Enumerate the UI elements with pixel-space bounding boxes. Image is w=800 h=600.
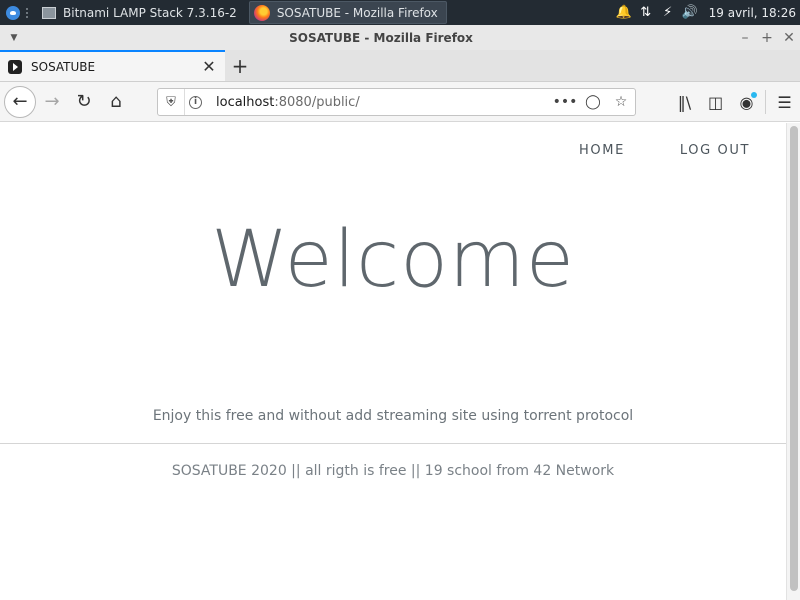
url-bar[interactable]: ⛨ i localhost:8080/public/ ••• ◯ ☆ [157,88,636,116]
network-icon[interactable]: ⇅ [635,0,657,25]
xfce-menu-button[interactable] [0,0,26,25]
tagline: Enjoy this free and without add streamin… [152,408,634,424]
page-actions-icon[interactable]: ••• [551,94,579,110]
power-icon[interactable]: ⚡ [657,0,679,25]
window-title: SOSATUBE - Mozilla Firefox [289,30,473,45]
clock[interactable]: 19 avril, 18:26 [701,6,800,20]
minimize-icon[interactable]: – [734,30,756,46]
scrollbar-thumb[interactable] [790,126,798,591]
hamburger-menu-icon[interactable]: ☰ [769,86,800,118]
close-window-icon[interactable]: ✕ [778,30,800,46]
volume-icon[interactable]: 🔊 [679,0,701,25]
tab-strip: SOSATUBE ✕ + [0,50,800,82]
footer-text: SOSATUBE 2020 || all rigth is free || 19… [171,463,615,479]
page-viewport: HOME LOG OUT Welcome Enjoy this free and… [0,123,786,600]
account-icon[interactable]: ◉ [731,86,762,118]
back-button[interactable]: ← [4,85,36,118]
taskbar-task-label: SOSATUBE - Mozilla Firefox [276,5,438,20]
nav-home-link[interactable]: HOME [579,143,625,158]
footer-divider [0,443,786,444]
pocket-icon[interactable]: ◯ [579,94,607,110]
navigation-toolbar: ← → ↻ ⌂ ⛨ i localhost:8080/public/ ••• ◯… [0,82,800,122]
taskbar-separator [26,7,32,18]
bookmark-star-icon[interactable]: ☆ [607,94,635,110]
notification-bell-icon[interactable]: 🔔 [613,0,635,25]
nav-logout-link[interactable]: LOG OUT [680,143,750,158]
new-tab-button[interactable]: + [225,50,255,81]
site-navigation: HOME LOG OUT [524,143,750,158]
sidebar-icon[interactable]: ◫ [700,86,731,118]
desktop-taskbar: Bitnami LAMP Stack 7.3.16-2 SOSATUBE - M… [0,0,800,25]
play-icon [8,59,22,74]
forward-button[interactable]: → [36,86,68,118]
reload-button[interactable]: ↻ [68,86,100,118]
toolbar-right-icons: ‖\ ◫ ◉ ☰ [669,86,800,118]
page-scrollbar[interactable] [786,123,800,600]
window-menu-icon[interactable]: ▼ [0,33,28,43]
site-info-icon[interactable]: i [184,89,206,115]
home-button[interactable]: ⌂ [100,86,132,118]
tab-label: SOSATUBE [31,59,96,74]
taskbar-task-terminal[interactable]: Bitnami LAMP Stack 7.3.16-2 [38,1,245,24]
firefox-icon [253,4,270,21]
taskbar-task-label: Bitnami LAMP Stack 7.3.16-2 [63,5,237,20]
url-host: localhost [216,94,275,110]
system-tray: 🔔 ⇅ ⚡ 🔊 19 avril, 18:26 [613,0,800,25]
close-tab-icon[interactable]: ✕ [201,57,217,76]
window-titlebar: ▼ SOSATUBE - Mozilla Firefox – + ✕ [0,25,800,50]
welcome-heading: Welcome [211,215,575,305]
xfce-logo-icon [6,5,20,20]
maximize-icon[interactable]: + [756,30,778,46]
library-icon[interactable]: ‖\ [669,86,700,118]
url-text[interactable]: localhost:8080/public/ [216,95,551,110]
taskbar-task-firefox[interactable]: SOSATUBE - Mozilla Firefox [248,1,447,24]
tab-sosatube[interactable]: SOSATUBE ✕ [0,50,225,81]
window-icon [42,6,56,19]
tracking-shield-icon[interactable]: ⛨ [158,95,184,110]
url-path: :8080/public/ [274,94,360,110]
toolbar-separator [765,90,766,114]
account-notification-dot [751,92,757,98]
